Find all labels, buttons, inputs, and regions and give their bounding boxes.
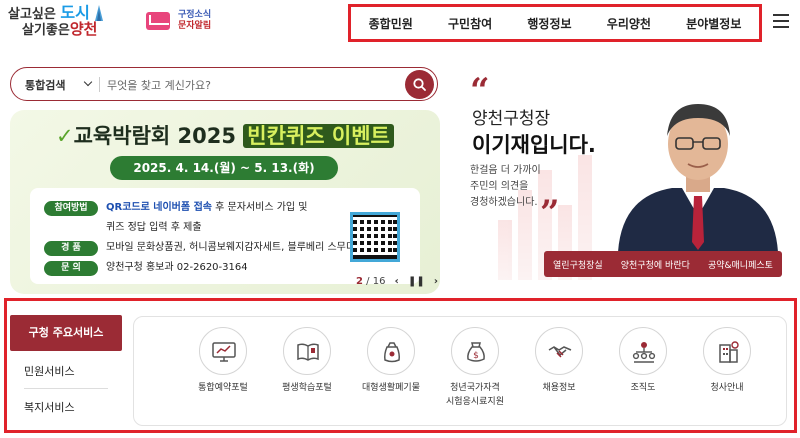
logo-text-1: 살고싶은 <box>8 7 56 22</box>
main-navigation: 종합민원 구민참여 행정정보 우리양천 분야별정보 <box>348 4 762 42</box>
money-bag-icon: $ <box>467 342 485 362</box>
services-panel: 통합예약포털 평생학습포털 대형생활폐기물 $ 청년국가자격 시험응시료지원 채… <box>133 316 787 426</box>
mayor-portrait <box>618 104 778 252</box>
quote-open-icon: “ <box>470 71 490 111</box>
divider <box>99 77 100 92</box>
banner-info-card: 참여방법 QR코드로 네이버폼 접속 후 문자서비스 가입 및 퀴즈 정답 입력 … <box>30 188 420 284</box>
tab-welfare-services[interactable]: 복지서비스 <box>24 399 75 415</box>
mayor-links-bar: 열린구청장실 양천구청에 바란다 공약&매니페스토 <box>544 251 782 277</box>
mayor-title-1: 양천구청장 <box>472 109 551 129</box>
link-suggestions[interactable]: 양천구청에 바란다 <box>621 258 690 271</box>
prev-arrow-icon[interactable]: ‹ <box>395 276 399 287</box>
check-icon: ✓ <box>56 124 74 148</box>
service-label: 평생학습포털 <box>282 383 332 393</box>
monitor-chart-icon <box>212 342 236 362</box>
header: 살고싶은 도시 살기좋은양천 구정소식 문자알림 종합민원 구민참여 행정정보 … <box>0 0 800 50</box>
banner-title: ✓교육박람회 2025 빈칸퀴즈 이벤트 <box>56 120 394 150</box>
info-row: 경 품 모바일 문화상품권, 허니콤보웨지감자세트, 블루베리 스무디 <box>44 238 355 256</box>
chevron-down-icon <box>83 77 93 87</box>
logo-emph-2: 양천 <box>69 20 98 38</box>
nav-civil-service[interactable]: 종합민원 <box>369 15 413 32</box>
search-category-select[interactable]: 통합검색 <box>25 77 65 93</box>
nav-citizen-participation[interactable]: 구민참여 <box>448 15 492 32</box>
search-button[interactable] <box>405 70 434 99</box>
tab-civil-services[interactable]: 민원서비스 <box>24 363 75 379</box>
info-tag: 참여방법 <box>44 201 98 216</box>
divider <box>24 388 108 389</box>
service-label: 청사안내 <box>710 383 744 393</box>
info-row: 문 의 양천구청 홍보과 02-2620-3164 <box>44 258 248 276</box>
banner-dates: 2025. 4. 14.(월) ~ 5. 13.(화) <box>110 156 338 180</box>
service-bulky-waste[interactable]: 대형생활폐기물 <box>349 327 433 395</box>
service-label: 채용정보 <box>542 383 576 393</box>
service-label: 통합예약포털 <box>198 383 248 393</box>
next-arrow-icon[interactable]: › <box>434 276 438 287</box>
nav-our-yangcheon[interactable]: 우리양천 <box>607 15 651 32</box>
nav-field-info[interactable]: 분야별정보 <box>686 15 741 32</box>
service-building-guide[interactable]: 청사안내 <box>685 327 769 395</box>
org-chart-icon <box>632 342 656 363</box>
link-pledges[interactable]: 공약&매니페스토 <box>708 258 773 271</box>
handshake-icon <box>548 346 572 358</box>
search-input[interactable] <box>107 74 407 96</box>
service-org-chart[interactable]: 조직도 <box>601 327 685 395</box>
event-banner[interactable]: ✓교육박람회 2025 빈칸퀴즈 이벤트 2025. 4. 14.(월) ~ 5… <box>10 110 440 294</box>
banner-title-prefix: 교육박람회 2025 <box>73 124 236 148</box>
qr-code <box>350 212 400 262</box>
svg-text:$: $ <box>473 351 479 361</box>
tab-main-services[interactable]: 구청 주요서비스 <box>10 315 122 351</box>
service-label: 청년국가자격 시험응시료지원 <box>446 383 504 407</box>
news-label-2: 문자알림 <box>178 21 212 31</box>
info-row: 퀴즈 정답 입력 후 제출 <box>106 222 202 233</box>
nav-admin-info[interactable]: 행정정보 <box>527 15 571 32</box>
service-youth-exam-support[interactable]: $ 청년국가자격 시험응시료지원 <box>433 327 517 409</box>
pager-current: 2 <box>356 276 363 287</box>
mayor-title-2: 이기재입니다. <box>472 133 596 157</box>
news-label-1: 구정소식 <box>178 10 212 20</box>
service-label: 조직도 <box>630 383 656 393</box>
service-label: 대형생활폐기물 <box>362 383 420 393</box>
service-lifelong-learning[interactable]: 평생학습포털 <box>265 327 349 395</box>
pause-icon[interactable]: ❚❚ <box>408 276 425 287</box>
page: 살고싶은 도시 살기좋은양천 구정소식 문자알림 종합민원 구민참여 행정정보 … <box>0 0 800 438</box>
service-recruitment[interactable]: 채용정보 <box>517 327 601 395</box>
pager-total: / 16 <box>366 276 386 287</box>
menu-icon[interactable] <box>773 14 789 28</box>
building-icon <box>719 341 739 363</box>
open-book-icon <box>297 343 319 361</box>
link-open-mayor-office[interactable]: 열린구청장실 <box>553 258 603 271</box>
search-icon <box>413 78 426 91</box>
info-row: 참여방법 QR코드로 네이버폼 접속 후 문자서비스 가입 및 <box>44 198 307 216</box>
info-tag: 문 의 <box>44 261 98 276</box>
news-sms-alert-link[interactable]: 구정소식 문자알림 <box>146 10 236 34</box>
banner-pager: 2 / 16 ‹ ❚❚ › ▦ <box>356 276 440 287</box>
waste-bag-icon <box>384 342 400 363</box>
mayor-message: 한걸음 더 가까이 주민의 의견을 경청하겠습니다. <box>470 165 541 208</box>
tower-icon <box>95 5 103 21</box>
info-tag: 경 품 <box>44 241 98 256</box>
envelope-icon <box>146 12 170 30</box>
search-bar: 통합검색 <box>10 67 438 101</box>
quote-close-icon: ” <box>540 193 560 233</box>
banner-title-highlight: 빈칸퀴즈 이벤트 <box>243 124 394 148</box>
service-reservation[interactable]: 통합예약포털 <box>181 327 265 395</box>
logo-text-2: 살기좋은 <box>22 23 70 38</box>
site-logo[interactable]: 살고싶은 도시 살기좋은양천 <box>8 5 126 39</box>
